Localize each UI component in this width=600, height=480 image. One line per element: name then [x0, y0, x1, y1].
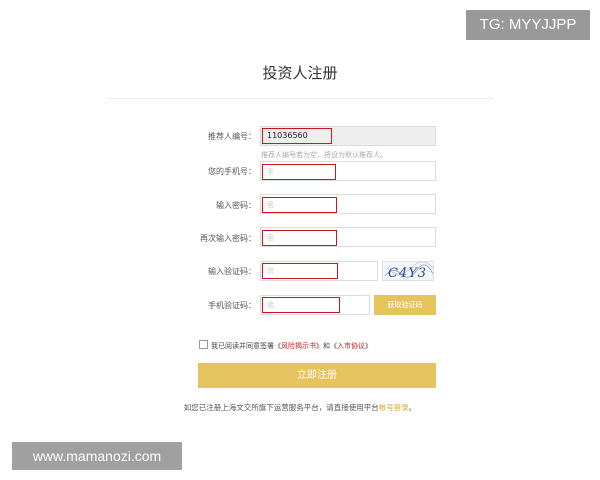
captcha-label: 输入验证码： — [208, 267, 256, 276]
phone-label: 您的手机号： — [208, 167, 256, 176]
agreement-suffix: 》 — [365, 342, 372, 350]
risk-disclosure-link[interactable]: 风险揭示书 — [281, 342, 316, 350]
agreement-middle: 》和《 — [316, 342, 337, 350]
captcha-input[interactable]: 验 — [262, 263, 338, 279]
password-placeholder: 密 — [267, 201, 274, 209]
password-input[interactable]: 密 — [262, 197, 337, 213]
password-confirm-input[interactable]: 密 — [262, 230, 337, 246]
sms-code-label: 手机验证码： — [208, 301, 256, 310]
page-title: 投资人注册 — [262, 64, 338, 82]
captcha-placeholder: 验 — [267, 267, 274, 275]
referrer-hint: 推荐人编号若为空，将设为默认推荐人。 — [261, 151, 387, 159]
agreement-prefix: 我已阅读并同意签署《 — [211, 342, 281, 350]
footer-note: 如您已注册上海文交所旗下运营服务平台，请直接使用平台帐号登录。 — [0, 402, 600, 413]
captcha-image[interactable]: C4Y3 — [382, 261, 434, 281]
watermark-bottom-left: www.mamanozi.com — [12, 442, 182, 470]
get-sms-code-button[interactable]: 获取验证码 — [374, 295, 436, 315]
title-divider — [108, 98, 494, 99]
market-agreement-link[interactable]: 入市协议 — [337, 342, 365, 350]
agreement-checkbox[interactable] — [199, 340, 208, 349]
footer-end: 。 — [408, 403, 417, 412]
agreement-row: 我已阅读并同意签署《风险揭示书》和《入市协议》 — [199, 340, 372, 351]
captcha-text: C4Y3 — [388, 266, 427, 281]
sms-code-input[interactable]: 验 — [262, 297, 340, 313]
register-button[interactable]: 立即注册 — [198, 363, 436, 388]
password-confirm-label: 再次输入密码： — [200, 234, 256, 243]
watermark-top-right: TG: MYYJJPP — [466, 10, 590, 40]
referrer-input[interactable]: 11036560 — [262, 128, 332, 144]
referrer-label: 推荐人编号： — [208, 132, 256, 141]
password-label: 输入密码： — [216, 201, 256, 210]
account-login-link[interactable]: 帐号登录 — [379, 403, 409, 412]
phone-input[interactable]: 手 — [262, 164, 336, 180]
sms-code-placeholder: 验 — [267, 301, 274, 309]
password-confirm-placeholder: 密 — [267, 234, 274, 242]
footer-text: 如您已注册上海文交所旗下运营服务平台，请直接使用平台 — [183, 403, 379, 412]
phone-placeholder: 手 — [267, 168, 274, 176]
